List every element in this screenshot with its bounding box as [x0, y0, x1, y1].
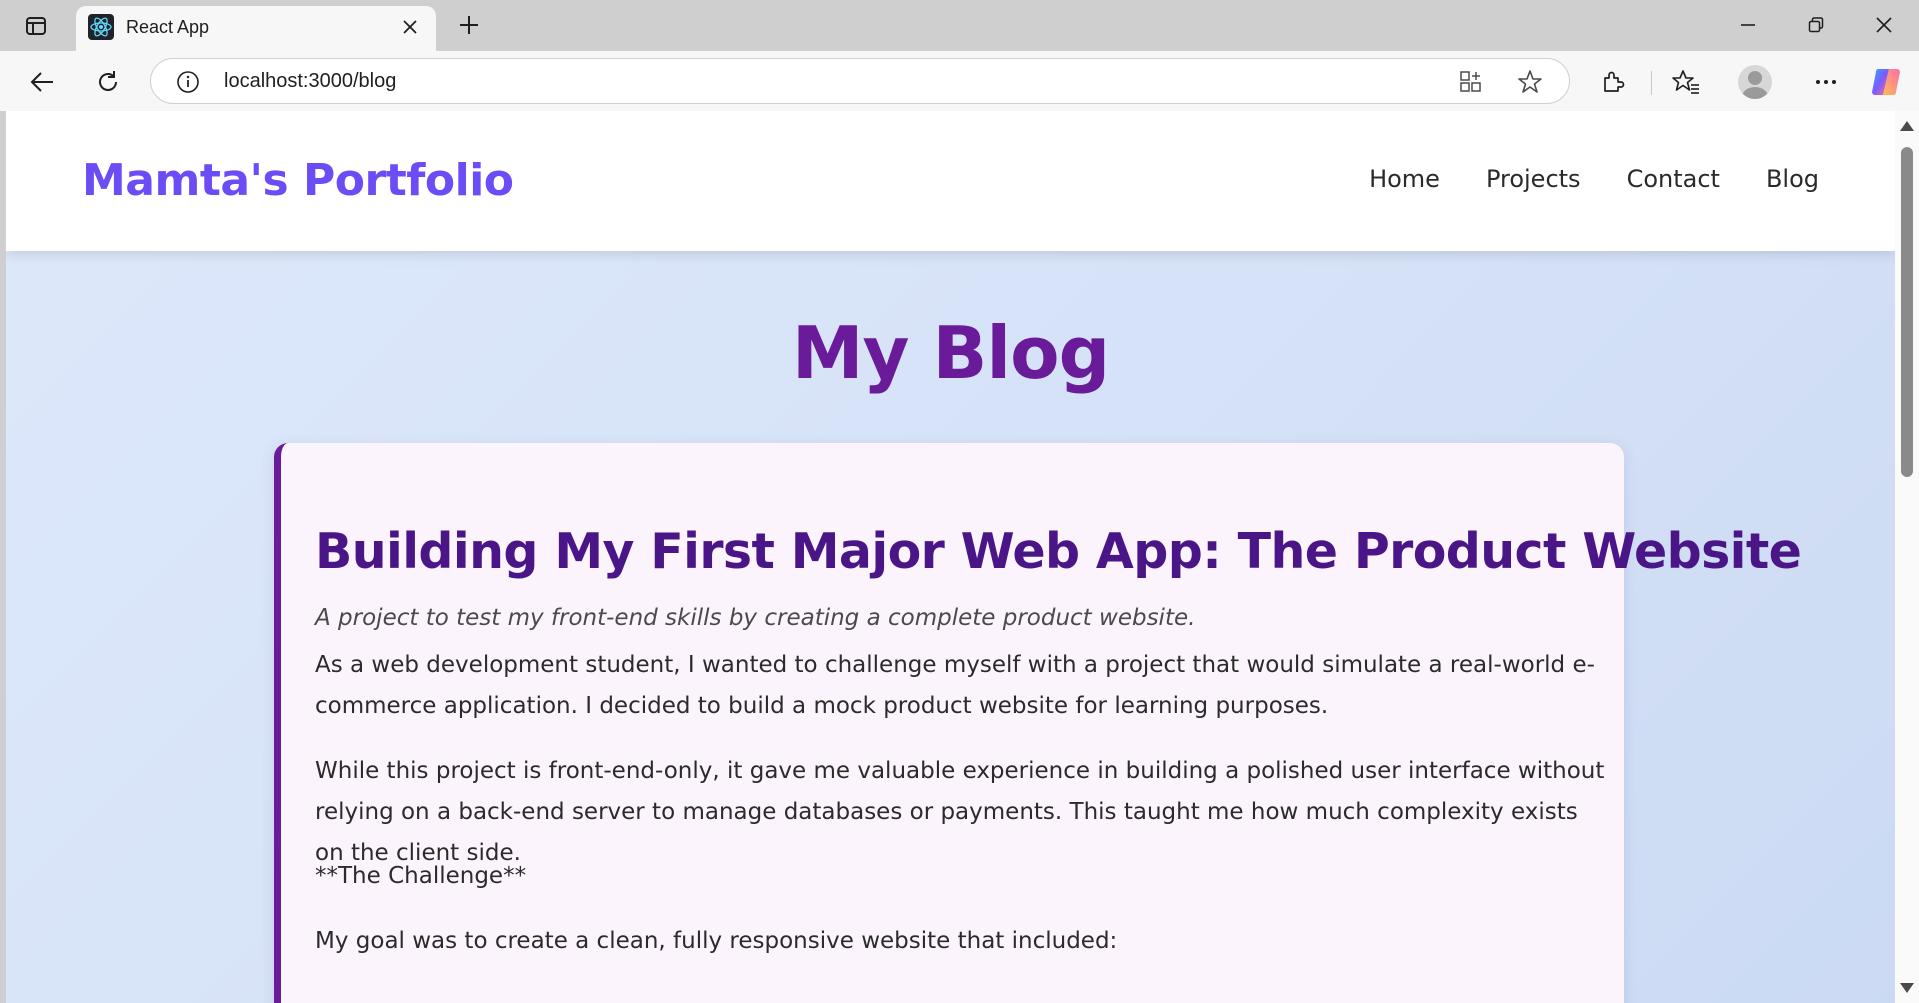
nav-projects[interactable]: Projects — [1486, 165, 1581, 193]
sidebar-icon[interactable] — [14, 12, 58, 40]
puzzle-icon[interactable] — [1593, 63, 1633, 101]
reload-icon[interactable] — [88, 63, 128, 101]
close-icon[interactable] — [398, 15, 422, 39]
url-text[interactable]: localhost:3000/blog — [224, 70, 396, 93]
post-paragraph: **The Challenge** — [315, 863, 527, 889]
nav-home[interactable]: Home — [1369, 165, 1440, 193]
brand-logo[interactable]: Mamta's Portfolio — [82, 155, 514, 206]
post-paragraph: As a web development student, I wanted t… — [315, 652, 1595, 719]
tab-strip: React App — [0, 0, 1919, 51]
close-window-icon[interactable] — [1862, 8, 1906, 42]
apps-icon[interactable] — [1456, 68, 1486, 96]
plus-icon — [460, 16, 478, 34]
page-viewport: Mamta's Portfolio Home Projects Contact … — [6, 111, 1919, 1003]
toolbar-divider — [1651, 71, 1652, 95]
post-paragraph: My goal was to create a clean, fully res… — [315, 928, 1118, 954]
nav-contact[interactable]: Contact — [1627, 165, 1720, 193]
main-nav: Home Projects Contact Blog — [1369, 165, 1819, 193]
copilot-icon[interactable] — [1866, 63, 1906, 101]
post-subtitle: A project to test my front-end skills by… — [315, 605, 1196, 631]
blog-post-card: Building My First Major Web App: The Pro… — [274, 443, 1802, 1003]
scroll-up-arrow-icon[interactable] — [1900, 121, 1914, 131]
post-title: Building My First Major Web App: The Pro… — [315, 523, 1802, 580]
new-tab-button[interactable] — [454, 10, 484, 40]
profile-icon[interactable] — [1738, 65, 1772, 99]
tab-react-app[interactable]: React App — [76, 6, 436, 51]
restore-icon[interactable] — [1794, 8, 1838, 42]
info-icon[interactable] — [175, 69, 201, 95]
more-icon[interactable] — [1806, 63, 1846, 101]
site-header: Mamta's Portfolio Home Projects Contact … — [6, 111, 1895, 251]
favorites-icon[interactable] — [1666, 63, 1706, 101]
star-icon[interactable] — [1515, 68, 1545, 96]
address-bar[interactable]: localhost:3000/blog — [150, 58, 1570, 104]
browser-toolbar: localhost:3000/blog — [0, 51, 1919, 111]
tab-title: React App — [126, 17, 210, 37]
scroll-thumb[interactable] — [1901, 147, 1913, 477]
react-icon — [88, 14, 114, 40]
minimize-icon[interactable] — [1726, 8, 1770, 42]
scroll-down-arrow-icon[interactable] — [1900, 983, 1914, 993]
vertical-scrollbar[interactable] — [1895, 111, 1919, 1003]
back-arrow-icon[interactable] — [22, 63, 62, 101]
page-title: My Blog — [791, 311, 1110, 395]
nav-blog[interactable]: Blog — [1766, 165, 1819, 193]
